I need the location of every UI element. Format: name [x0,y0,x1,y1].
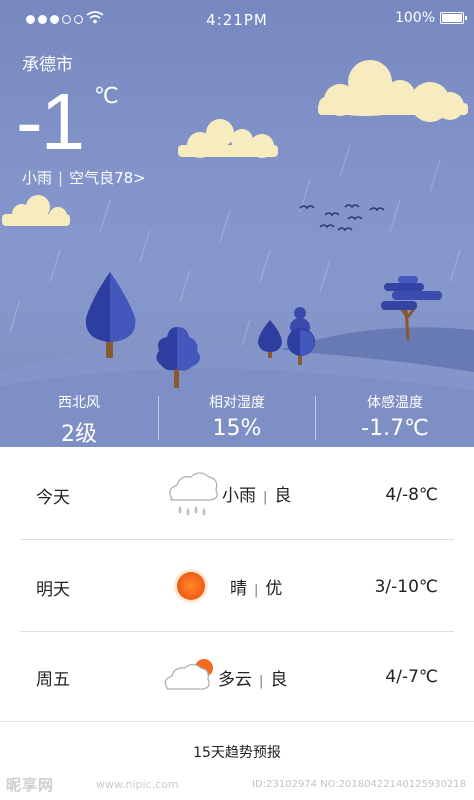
forecast-temp-range: 4/-7℃ [385,667,438,687]
air-quality-text: 良 [270,670,288,690]
condition-separator: | [58,169,64,187]
tree-1 [85,272,136,358]
air-quality-link[interactable]: 空气良78> [69,169,146,187]
stat-feels-like: 体感温度 -1.7℃ [316,384,474,447]
cloud-small [2,195,70,226]
current-temperature: -1 [16,77,85,166]
watermark-logo: 昵享网 [6,776,55,794]
battery-percent: 100% [394,10,435,26]
sun-icon [174,569,208,603]
partly-cloudy-icon [164,659,213,690]
forecast-list: 今天 小雨 | 良 4/-8℃ 明天 晴 | 优 3/-10℃ 周五 多云 | … [0,447,474,800]
current-condition: 小雨 [22,169,53,187]
battery-icon [440,12,467,24]
forecast-temp-range: 3/-10℃ [374,577,438,597]
divider [0,721,474,722]
stat-label: 体感温度 [367,395,423,411]
forecast-day: 今天 [36,488,70,508]
forecast-temp-range: 4/-8℃ [385,485,438,505]
condition-line: 小雨 | 空气良78> [22,167,146,188]
birds [299,204,385,232]
condition-separator: | [263,490,268,505]
watermark-id: ID:23102974 NO:20180422140125930218 [252,779,466,790]
divider [158,396,159,440]
forecast-condition: 小雨 | 良 [222,481,291,506]
status-bar: 4:21PM 100% [0,0,474,38]
weather-hero: 4:21PM 100% 承德市 -1 ℃ 小雨 | 空气良78> 西北风 2级 相对… [0,0,474,447]
air-quality-text: 良 [274,486,292,506]
condition-text: 晴 [230,579,247,599]
forecast-condition: 多云 | 良 [218,665,287,690]
stat-value: 2级 [61,422,97,447]
forecast-day: 周五 [36,670,70,690]
forecast-row-today[interactable]: 今天 小雨 | 良 4/-8℃ [0,447,474,540]
watermark: 昵享网 www.nipic.com ID:23102974 NO:2018042… [0,770,474,800]
condition-text: 小雨 [222,486,256,506]
stat-label: 相对湿度 [209,395,265,411]
watermark-url: www.nipic.com [96,778,179,791]
temperature-unit: ℃ [94,84,119,109]
condition-separator: | [259,674,264,689]
cloud-large [318,60,468,122]
stat-wind: 西北风 2级 [0,384,158,447]
forecast-row-friday[interactable]: 周五 多云 | 良 4/-7℃ [0,631,474,723]
stat-value: 15% [212,416,262,441]
weather-stats: 西北风 2级 相对湿度 15% 体感温度 -1.7℃ [0,384,474,447]
trend-forecast-link[interactable]: 15天趋势预报 [0,742,474,762]
forecast-row-tomorrow[interactable]: 明天 晴 | 优 3/-10℃ [0,539,474,632]
forecast-condition: 晴 | 优 [230,574,282,599]
condition-text: 多云 [218,670,252,690]
stat-value: -1.7℃ [361,416,429,441]
condition-separator: | [254,583,259,598]
battery-indicator: 100% [394,10,467,26]
stat-humidity: 相对湿度 15% [158,384,316,447]
cloud-medium [178,119,278,158]
light-rain-cloud-icon [169,472,218,516]
air-quality-text: 优 [265,579,283,599]
stat-label: 西北风 [58,395,100,411]
forecast-day: 明天 [36,580,70,600]
